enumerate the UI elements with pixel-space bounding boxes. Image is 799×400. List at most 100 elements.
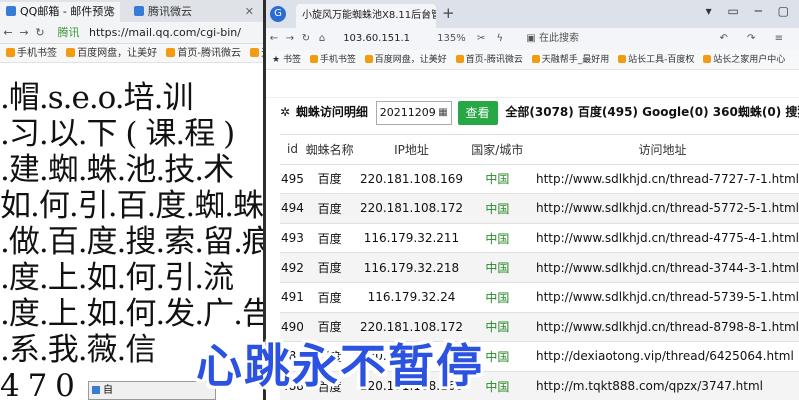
text-line: .帽.s.e.o.培.训 [0, 80, 194, 116]
back-icon[interactable]: ← [266, 28, 282, 50]
cell-country: 中国 [468, 193, 526, 224]
cell-ip: 220.181.108.169 [354, 163, 469, 194]
forward-icon[interactable]: → [16, 22, 32, 44]
home-icon[interactable]: ⌂ [314, 28, 330, 50]
gear-icon: ✲ [280, 105, 291, 119]
cell-url[interactable]: http://www.sdlkhjd.cn/thread-3744-3-1.ht… [526, 252, 799, 283]
cell-spider: 百度 [304, 163, 355, 194]
bookmark-item[interactable]: 站长之家用户中心 [703, 55, 785, 65]
lightning-icon[interactable]: ϟ [497, 33, 504, 44]
text-line: .度.上.如.何.发.广.告 [0, 296, 263, 332]
query-button[interactable]: 查看 [457, 100, 498, 125]
date-input[interactable]: 20211209 ▦ [375, 100, 452, 125]
tab-label: 小旋风万能蜘蛛池X8.11后台管理 [302, 10, 436, 21]
refresh-icon[interactable]: ↻ [32, 22, 48, 44]
cell-spider: 百度 [304, 252, 355, 283]
tab-label: 腾讯微云 [148, 5, 192, 18]
left-bookmarks-bar: 手机书签 百度网盘，让美好 首页-腾讯微云 天融 [0, 44, 263, 63]
bookmark-item[interactable]: 站长工具-百度权 [618, 55, 694, 65]
column-header-country: 国家/城市 [468, 134, 526, 165]
cell-country: 中国 [468, 163, 526, 194]
text-line: .度.上.如.何.引.流 [0, 260, 234, 296]
cell-id: 491 [280, 281, 305, 313]
table-row: 490 百度 220.181.108.172 中国 http://www.sdl… [280, 311, 799, 342]
back-icon[interactable]: ← [0, 22, 16, 44]
cell-ip: 116.179.32.218 [354, 252, 469, 283]
search-box[interactable]: ▣ 在此搜索 [526, 33, 579, 44]
url-text[interactable]: https://mail.qq.com/cgi-bin/ [89, 26, 241, 39]
cell-country: 中国 [468, 222, 526, 253]
text-line: 如.何.引.百.度.蜘.蛛 ) [0, 188, 263, 224]
zoom-level[interactable]: 135% [437, 33, 466, 44]
bookmark-icon [531, 55, 540, 63]
bookmark-item[interactable]: 天融帮手_最好用 [531, 55, 609, 65]
close-icon[interactable]: ✕ [107, 2, 116, 22]
cell-url[interactable]: http://www.sdlkhjd.cn/thread-4775-4-1.ht… [526, 222, 799, 253]
search-placeholder: 在此搜索 [538, 33, 579, 44]
column-header-id: id [280, 134, 305, 165]
cell-country: 中国 [468, 252, 526, 283]
cell-ip: 220.181.108.172 [354, 311, 469, 342]
bookmark-item[interactable]: 首页-腾讯微云 [166, 48, 241, 59]
bookmark-icon [455, 55, 464, 63]
bookmark-item[interactable]: ★ 书签 [272, 55, 301, 65]
text-line: .做.百.度.搜.索.留.痕 [0, 224, 263, 260]
scissors-icon[interactable]: ✂ [477, 33, 485, 44]
left-tab-qqmail[interactable]: QQ邮箱 - 邮件预览 ✕ [0, 2, 120, 22]
bookmark-icon [618, 55, 627, 63]
spider-stats[interactable]: 全部(3078) 百度(495) Google(0) 360蜘蛛(0) 搜狗(1 [505, 105, 799, 119]
cell-url[interactable]: http://www.sdlkhjd.cn/thread-7727-7-1.ht… [526, 163, 799, 194]
date-value: 20211209 [379, 105, 436, 119]
left-tab-weiyun[interactable]: 腾讯微云 ✕ [128, 2, 258, 22]
bookmark-icon [250, 48, 260, 57]
bookmark-icon [309, 55, 318, 63]
cell-ip: 116.179.32.211 [354, 222, 469, 253]
spider-filter-bar: ✲ 蜘蛛访问明细 20211209 ▦ 查看 全部(3078) 百度(495) G… [280, 98, 799, 126]
bookmark-icon [166, 48, 176, 57]
cell-country: 中国 [468, 311, 526, 342]
site-name: 腾讯 [57, 26, 80, 39]
close-icon[interactable]: ✕ [423, 4, 431, 28]
right-address-bar: ← → ↻ ⌂ 103.60.151.1 135% ✂ ϟ ▣ 在此搜索 ↶ ↷ ≡ [266, 28, 799, 50]
bookmark-icon [364, 55, 373, 63]
tab-spider-pool-admin[interactable]: 小旋风万能蜘蛛池X8.11后台管理 ✕ [296, 4, 436, 28]
refresh-icon[interactable]: ↻ [298, 28, 314, 50]
bookmark-item[interactable]: 百度网盘，让美好 [66, 48, 157, 59]
bookmark-item[interactable]: 手机书签 [309, 55, 356, 65]
cell-ip: 116.179.32.24 [354, 281, 469, 313]
qqmail-icon [6, 6, 16, 16]
right-tab-bar: G 小旋风万能蜘蛛池X8.11后台管理 ✕ + ▾ ▭ ─ ▢ [266, 0, 799, 28]
url-text[interactable]: 103.60.151.1 [343, 33, 410, 44]
cell-spider: 百度 [304, 193, 355, 224]
bookmark-item[interactable]: 手机书签 [6, 48, 57, 59]
toolbar-icons[interactable]: ↶ ↷ ≡ [720, 28, 792, 50]
cell-url[interactable]: http://m.tqkt888.com/qpzx/3747.html [526, 370, 799, 400]
cell-url[interactable]: http://dexiaotong.vip/thread/6425064.htm… [526, 341, 799, 372]
cell-ip: 220.181.108.172 [354, 193, 469, 224]
new-tab-icon[interactable]: + [442, 4, 455, 22]
window-controls[interactable]: ▾ ▭ ─ ▢ [706, 4, 795, 18]
left-address-bar[interactable]: ← → ↻ 腾讯 https://mail.qq.com/cgi-bin/ [0, 22, 263, 44]
forward-icon[interactable]: → [282, 28, 298, 50]
cell-id: 492 [280, 252, 305, 283]
cell-url[interactable]: http://www.sdlkhjd.cn/thread-5772-5-1.ht… [526, 193, 799, 224]
cell-url[interactable]: http://www.sdlkhjd.cn/thread-8798-8-1.ht… [526, 311, 799, 342]
bookmark-item[interactable]: 天融 [250, 48, 263, 59]
browser-app-icon[interactable]: G [270, 6, 286, 22]
bookmark-icon [66, 48, 76, 57]
calendar-icon[interactable]: ▦ [438, 102, 447, 124]
right-bookmarks-bar: ★ 书签 手机书签 百度网盘，让美好 首页-腾讯微云 天融帮手_最好用 站长工具… [266, 50, 799, 70]
table-row: 491 百度 116.179.32.24 中国 http://www.sdlkh… [280, 281, 799, 313]
column-header-spider: 蜘蛛名称 [304, 134, 355, 165]
overlay-caption: 心跳永不暂停 [196, 339, 484, 393]
bookmark-item[interactable]: 首页-腾讯微云 [455, 55, 523, 65]
bookmark-item[interactable]: 百度网盘，让美好 [364, 55, 447, 65]
cell-url[interactable]: http://www.sdlkhjd.cn/thread-5739-5-1.ht… [526, 281, 799, 313]
cell-id: 493 [280, 222, 305, 253]
left-tab-bar: QQ邮箱 - 邮件预览 ✕ 腾讯微云 ✕ [0, 0, 263, 22]
page-header-strip [266, 70, 799, 98]
close-icon[interactable]: ✕ [245, 2, 254, 22]
tab-label: QQ邮箱 - 邮件预览 [20, 5, 115, 18]
table-row: 495 百度 220.181.108.169 中国 http://www.sdl… [280, 163, 799, 194]
text-line: .建.蜘.蛛.池.技.术 [0, 152, 234, 188]
